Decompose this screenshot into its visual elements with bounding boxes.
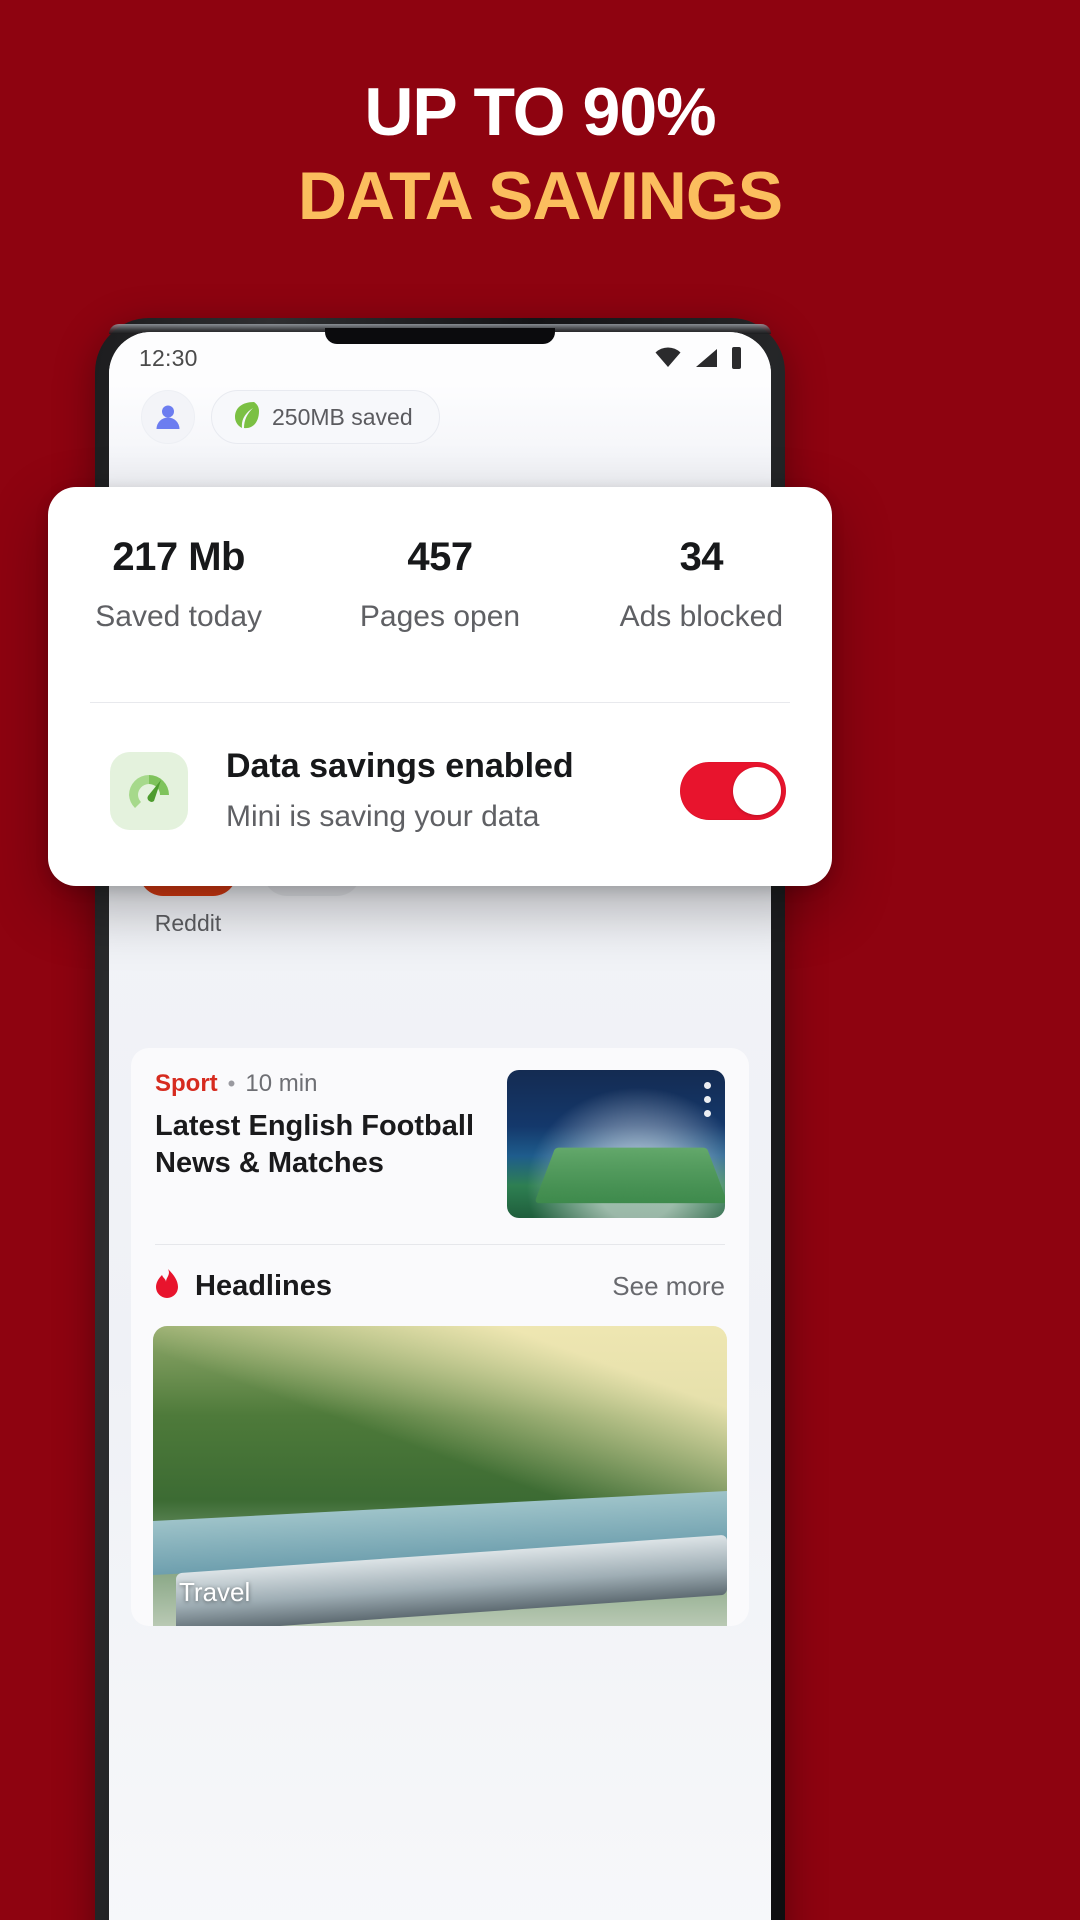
hero-image-label: Travel xyxy=(179,1577,251,1607)
stat-label: Pages open xyxy=(359,600,521,633)
account-avatar-icon xyxy=(156,405,180,429)
data-savings-subtitle: Mini is saving your data xyxy=(226,800,540,833)
stats-row: 217 Mb Saved today 457 Pages open 34 Ads… xyxy=(48,535,832,634)
battery-icon xyxy=(730,346,743,370)
account-avatar[interactable] xyxy=(141,390,195,444)
data-savings-dialog: 217 Mb Saved today 457 Pages open 34 Ads… xyxy=(48,487,832,886)
stat-ads-blocked: 34 Ads blocked xyxy=(571,535,832,634)
speed-dial-label: Reddit xyxy=(154,910,222,936)
news-article-meta: Sport • 10 min xyxy=(155,1070,487,1098)
news-article-category: Sport xyxy=(155,1070,218,1097)
status-bar-icons xyxy=(654,346,743,370)
promo-headline-line1: UP TO 90% xyxy=(364,74,716,150)
promo-headline-line2: DATA SAVINGS xyxy=(297,158,783,234)
stat-pages-open: 457 Pages open xyxy=(309,535,570,634)
news-card: Sport • 10 min Latest English Football N… xyxy=(131,1048,749,1626)
signal-icon xyxy=(693,347,719,369)
status-bar-clock: 12:30 xyxy=(139,344,198,371)
stat-label: Saved today xyxy=(95,600,263,633)
flame-icon xyxy=(155,1269,181,1304)
thumbnail-menu-icon[interactable] xyxy=(704,1082,711,1117)
data-savings-toggle[interactable] xyxy=(680,761,786,820)
news-article-thumbnail xyxy=(507,1070,725,1218)
data-savings-row[interactable]: Data savings enabled Mini is saving your… xyxy=(48,703,832,886)
news-article-time: 10 min xyxy=(245,1070,318,1097)
meta-separator: • xyxy=(227,1071,236,1096)
data-saved-chip-label: 250MB saved xyxy=(272,403,413,430)
data-savings-title: Data savings enabled xyxy=(226,747,574,785)
speedometer-icon xyxy=(110,751,188,830)
phone-notch xyxy=(325,328,555,344)
data-saved-chip[interactable]: 250MB saved xyxy=(211,390,440,444)
news-article-title: Latest English Football News & Matches xyxy=(155,1110,475,1179)
news-article[interactable]: Sport • 10 min Latest English Football N… xyxy=(155,1070,725,1218)
stat-value: 34 xyxy=(679,535,724,579)
headlines-title: Headlines xyxy=(195,1270,332,1302)
see-more-link[interactable]: See more xyxy=(612,1271,725,1302)
wifi-icon xyxy=(654,347,682,369)
stat-label: Ads blocked xyxy=(619,600,784,633)
stat-saved-today: 217 Mb Saved today xyxy=(48,535,309,634)
stadium-pitch-shape xyxy=(534,1147,725,1204)
headlines-header: Headlines See more xyxy=(155,1245,725,1326)
stat-value: 457 xyxy=(407,535,473,579)
toggle-knob xyxy=(733,766,781,815)
leaf-icon xyxy=(230,399,260,436)
stat-value: 217 Mb xyxy=(112,535,245,579)
promo-headline: UP TO 90% DATA SAVINGS xyxy=(0,78,1080,230)
headlines-hero-image[interactable]: Travel xyxy=(153,1326,727,1626)
browser-top-bar: 250MB saved xyxy=(109,384,771,462)
